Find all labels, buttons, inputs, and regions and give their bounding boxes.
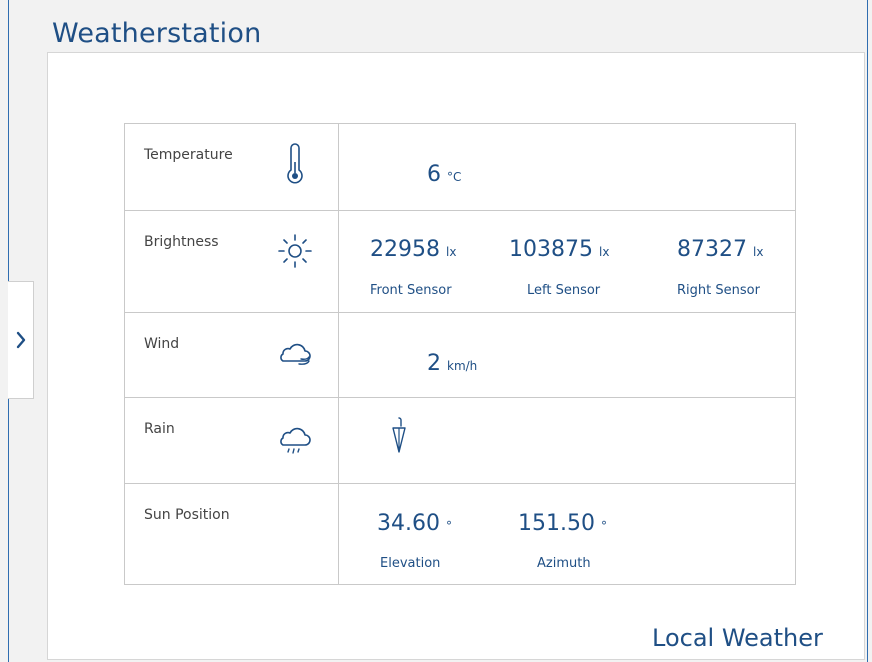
row-rain: Rain xyxy=(125,398,795,484)
wind-unit: km/h xyxy=(447,359,478,373)
label-cell: Wind xyxy=(125,313,339,397)
thermometer-icon xyxy=(275,142,315,186)
elevation-value: 34.60 xyxy=(377,511,440,536)
umbrella-closed-icon xyxy=(387,414,411,458)
sun-icon xyxy=(275,229,315,273)
weather-table: Temperature 6 °C Brightness 22958 lx Fro… xyxy=(124,123,796,585)
temperature-unit: °C xyxy=(447,170,462,184)
left-sensor-label: Left Sensor xyxy=(527,283,601,298)
frame-border-right xyxy=(867,0,868,662)
elevation-reading: 34.60 ° xyxy=(377,511,452,536)
right-sensor-unit: lx xyxy=(753,245,764,259)
right-sensor-label: Right Sensor xyxy=(677,283,760,298)
label-cell: Temperature xyxy=(125,124,339,210)
temperature-label: Temperature xyxy=(144,147,233,163)
elevation-label: Elevation xyxy=(380,556,441,571)
front-sensor-reading: 22958 lx xyxy=(370,237,456,262)
left-sensor-value: 103875 xyxy=(509,237,593,262)
azimuth-unit: ° xyxy=(600,519,607,533)
wind-reading: 2 km/h xyxy=(427,351,477,376)
front-sensor-unit: lx xyxy=(446,245,457,259)
temperature-reading: 6 °C xyxy=(427,162,461,187)
sun-position-label: Sun Position xyxy=(144,507,230,523)
label-cell: Rain xyxy=(125,398,339,483)
rain-label: Rain xyxy=(144,421,175,437)
label-cell: Brightness xyxy=(125,211,339,312)
right-sensor-reading: 87327 lx xyxy=(677,237,763,262)
brightness-label: Brightness xyxy=(144,234,219,250)
row-brightness: Brightness 22958 lx Front Sensor 103875 … xyxy=(125,211,795,313)
wind-value: 2 xyxy=(427,351,441,376)
label-cell: Sun Position xyxy=(125,484,339,584)
chevron-right-icon xyxy=(16,331,25,349)
azimuth-reading: 151.50 ° xyxy=(518,511,607,536)
right-sensor-value: 87327 xyxy=(677,237,747,262)
rain-cloud-icon xyxy=(275,416,315,460)
row-temperature: Temperature 6 °C xyxy=(125,124,795,211)
row-wind: Wind 2 km/h xyxy=(125,313,795,398)
front-sensor-label: Front Sensor xyxy=(370,283,452,298)
azimuth-label: Azimuth xyxy=(537,556,591,571)
side-panel-toggle[interactable] xyxy=(8,281,34,399)
row-sun-position: Sun Position 34.60 ° Elevation 151.50 ° Az… xyxy=(125,484,795,584)
footer-label: Local Weather xyxy=(652,624,823,652)
front-sensor-value: 22958 xyxy=(370,237,440,262)
left-sensor-reading: 103875 lx xyxy=(509,237,609,262)
temperature-value: 6 xyxy=(427,162,441,187)
wind-cloud-icon xyxy=(275,331,315,375)
left-sensor-unit: lx xyxy=(598,245,610,259)
azimuth-value: 151.50 xyxy=(518,511,595,536)
elevation-unit: ° xyxy=(445,519,452,533)
page-title: Weatherstation xyxy=(52,18,262,49)
wind-label: Wind xyxy=(144,336,180,352)
